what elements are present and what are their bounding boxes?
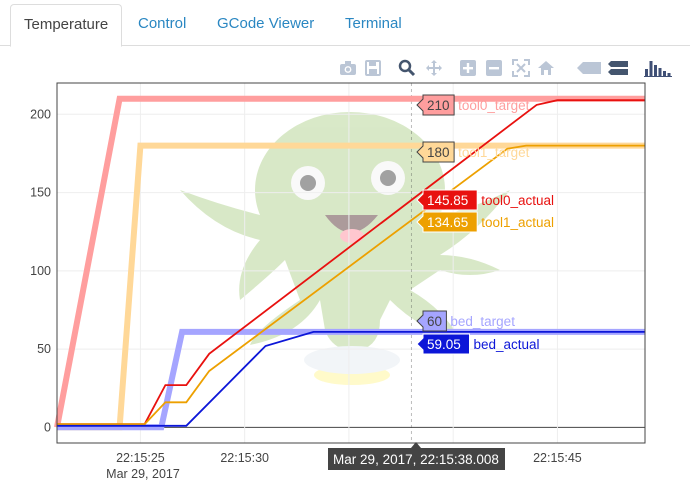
hover-value: 180	[427, 145, 450, 160]
hover-label-tool1-actual: 134.65 tool1_actual	[416, 211, 554, 233]
x-axis-date-label: Mar 29, 2017	[106, 467, 180, 481]
hover-label-tool1-target: 180 tool1_target	[416, 141, 530, 163]
y-tick-label: 200	[30, 107, 51, 121]
x-tick-label: 22:15:30	[220, 451, 269, 465]
y-tick-label: 50	[37, 342, 51, 356]
hover-value: 210	[427, 98, 450, 113]
hover-value: 145.85	[427, 193, 468, 208]
x-tick-label: 22:15:25	[116, 451, 165, 465]
hover-series-name: tool0_actual	[481, 193, 554, 208]
hover-label-bed-target: 60 bed_target	[416, 310, 515, 332]
y-tick-label: 150	[30, 186, 51, 200]
y-tick-label: 0	[44, 420, 51, 434]
hover-label-tool0-target: 210 tool0_target	[416, 94, 530, 116]
hover-label-bed-actual: 59.05 bed_actual	[416, 333, 540, 355]
hover-series-name: tool1_actual	[481, 215, 554, 230]
temperature-chart: 0 50 100 150 200 22:15:25 22:15:30 22:15:45 210…	[30, 82, 646, 481]
hover-series-name: bed_actual	[474, 337, 540, 352]
hover-value: 59.05	[427, 337, 461, 352]
x-hover-label: Mar 29, 2017, 22:15:38.008	[328, 442, 505, 470]
x-hover-label-text: Mar 29, 2017, 22:15:38.008	[333, 452, 499, 467]
hover-value: 60	[427, 314, 442, 329]
x-tick-label: 22:15:45	[533, 451, 582, 465]
hover-value: 134.65	[427, 215, 468, 230]
hover-labels: 210 tool0_target 180 tool1_target 60 bed_targ…	[416, 94, 554, 355]
hover-series-name: tool1_target	[458, 145, 530, 160]
hover-series-name: bed_target	[450, 314, 515, 329]
y-tick-label: 100	[30, 264, 51, 278]
hover-label-tool0-actual: 145.85 tool0_actual	[416, 189, 554, 211]
hover-series-name: tool0_target	[458, 98, 530, 113]
